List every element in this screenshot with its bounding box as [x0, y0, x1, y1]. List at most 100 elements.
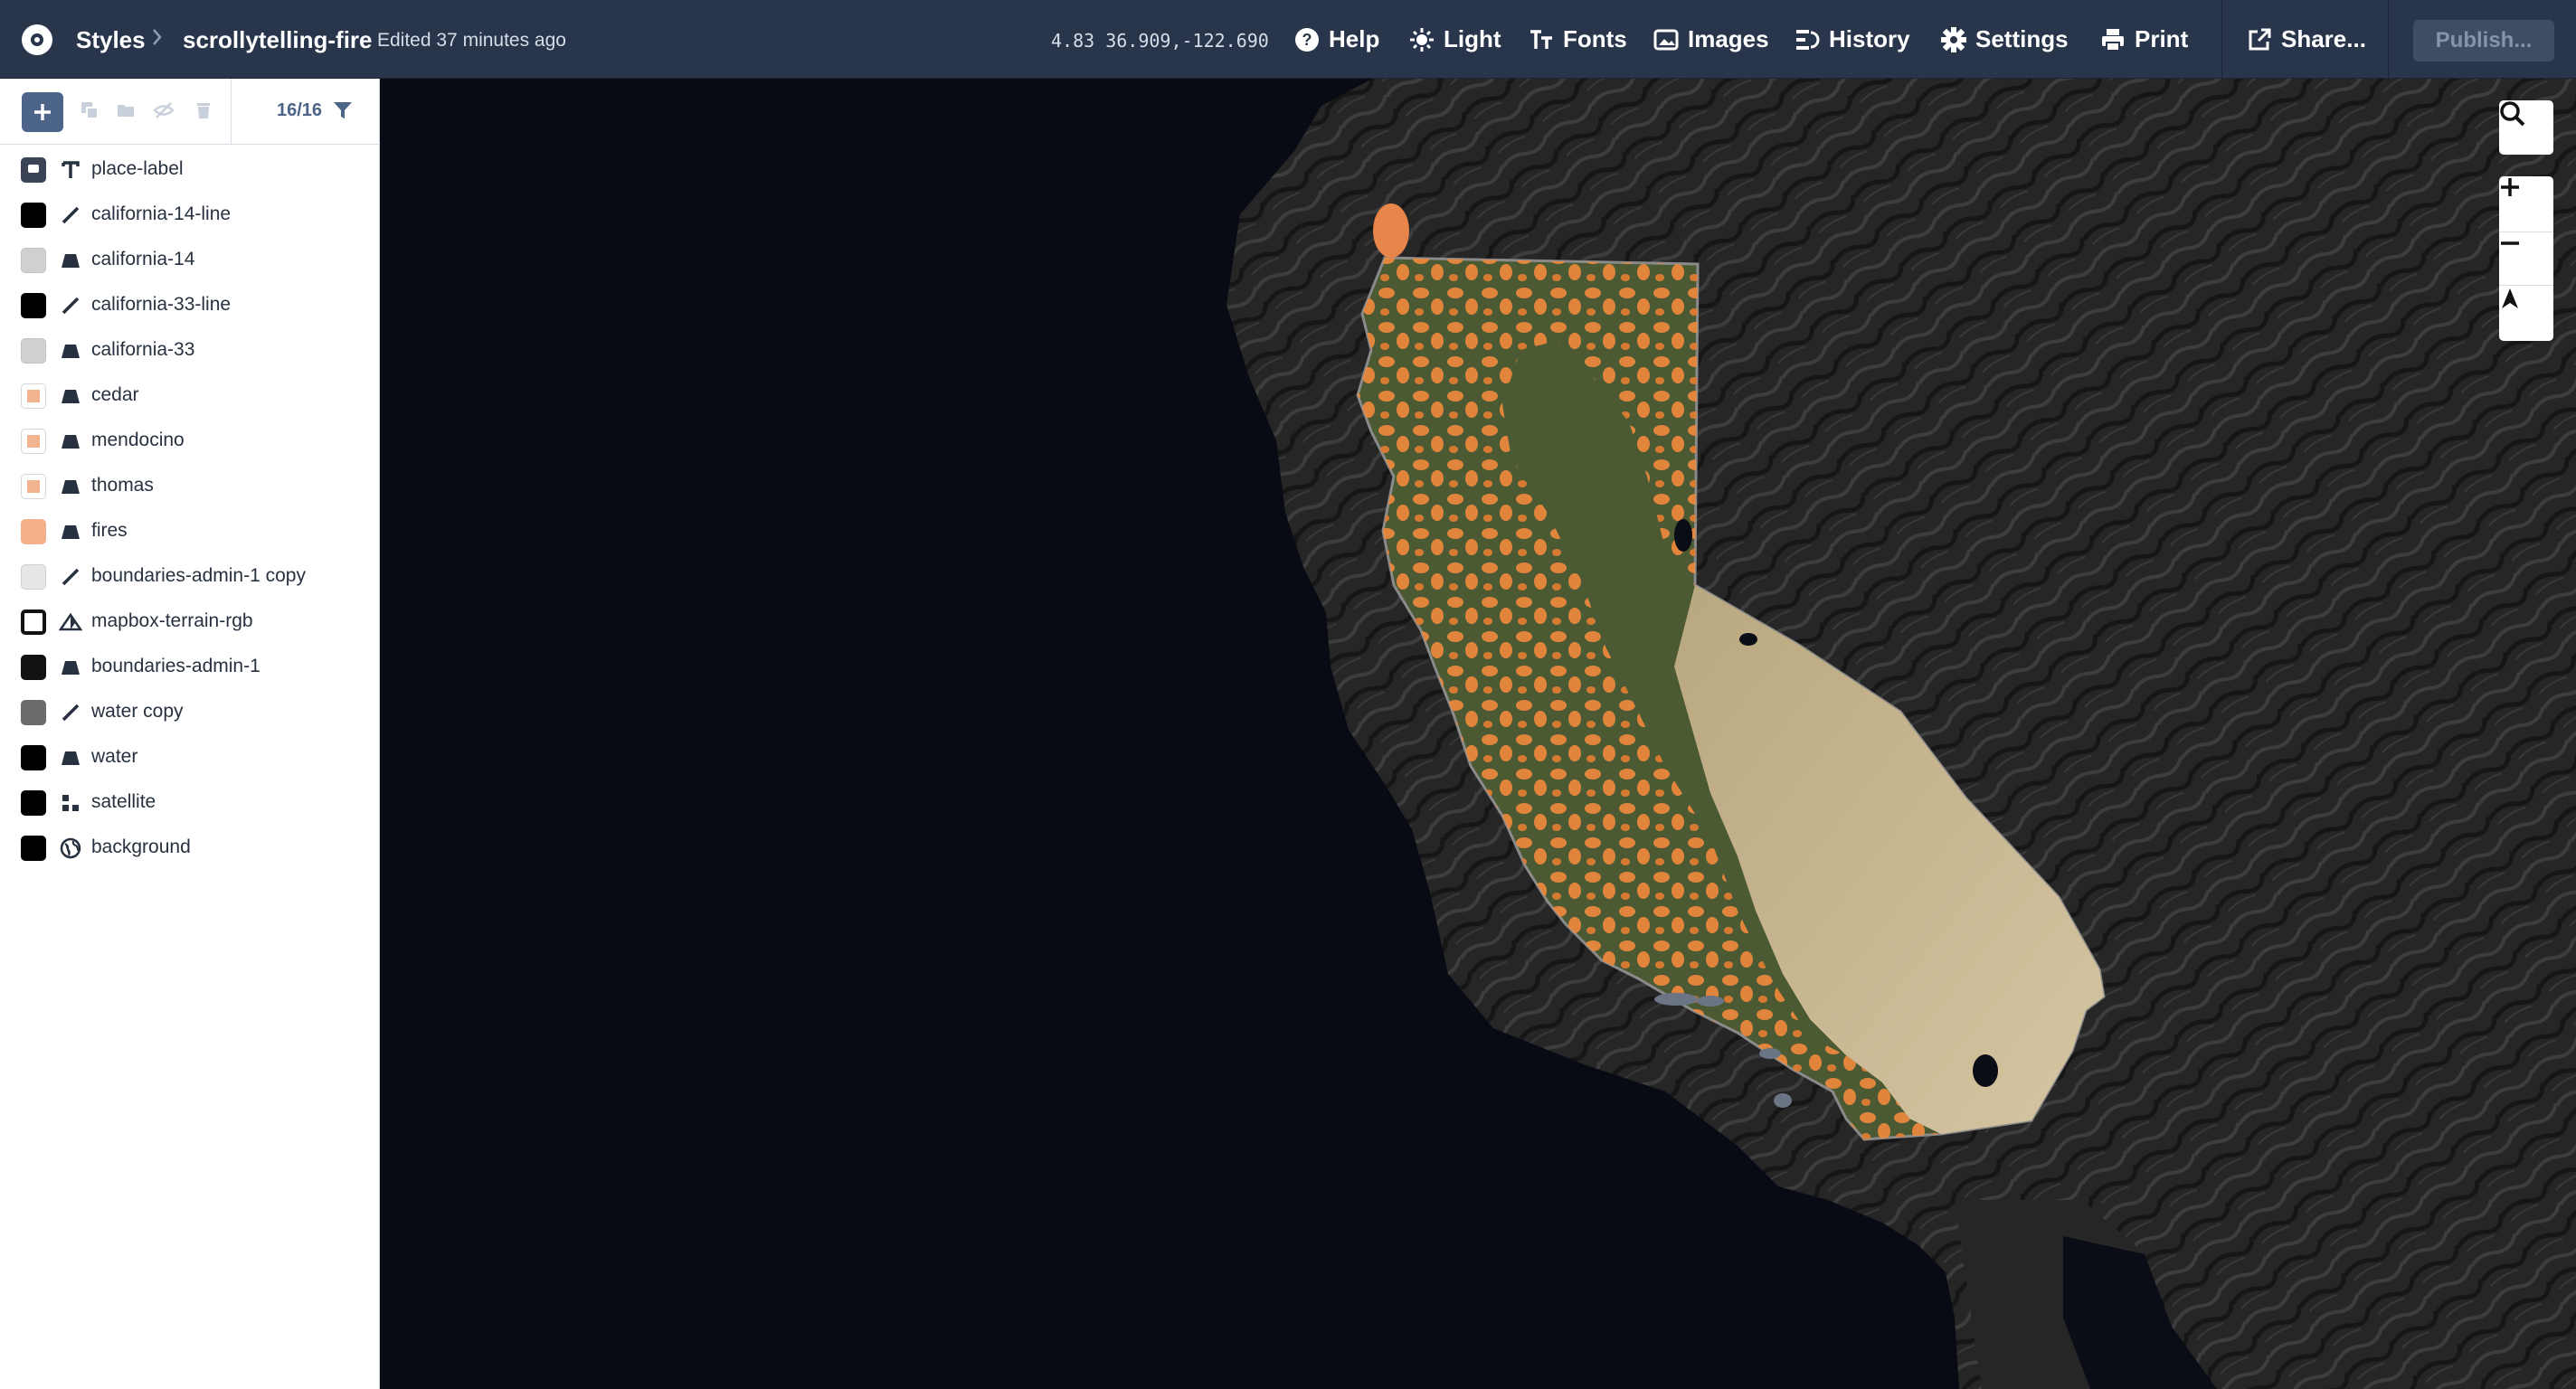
history-icon [1795, 27, 1820, 52]
light-label: Light [1444, 25, 1501, 52]
breadcrumb-styles-link[interactable]: Styles [76, 26, 146, 54]
layer-name: cedar [91, 384, 139, 405]
symbol-layer-icon [58, 157, 83, 183]
hide-icon [153, 102, 175, 118]
search-icon [2499, 100, 2553, 155]
fill-layer-icon [58, 338, 83, 364]
zoom-out-button[interactable] [2499, 232, 2553, 286]
compass-icon [2502, 288, 2518, 308]
gear-icon [1941, 26, 1966, 52]
image-icon [1653, 27, 1679, 52]
layer-name: california-33-line [91, 294, 232, 315]
duplicate-icon [81, 102, 99, 119]
layer-row-fires[interactable]: fires [0, 508, 380, 553]
layer-swatch [21, 519, 46, 544]
layer-row-thomas[interactable]: thomas [0, 463, 380, 508]
layer-row-mendocino[interactable]: mendocino [0, 418, 380, 463]
layer-list: place-label california-14-line californi… [0, 146, 380, 870]
layer-swatch [21, 474, 46, 499]
layer-swatch [21, 745, 46, 770]
layer-row-water-copy[interactable]: water copy [0, 689, 380, 734]
map-image [1226, 79, 2576, 1389]
layer-name: water copy [91, 701, 184, 722]
publish-button[interactable]: Publish... [2413, 20, 2554, 61]
hillshade-layer-icon [58, 609, 83, 635]
line-layer-icon [58, 700, 83, 725]
layer-name: thomas [91, 475, 154, 496]
fonts-button[interactable]: Fonts [1529, 25, 1627, 53]
filter-layers-button[interactable] [331, 99, 355, 122]
layers-toolbar: 16/16 [0, 79, 380, 145]
print-label: Print [2135, 25, 2189, 52]
map-search-button[interactable] [2499, 100, 2553, 155]
header-divider [2221, 0, 2222, 79]
group-layer-button[interactable] [114, 99, 137, 122]
style-name[interactable]: scrollytelling-fire [183, 26, 373, 54]
layer-swatch [21, 655, 46, 680]
salton-sea [1973, 1054, 1998, 1087]
layer-name: mendocino [91, 430, 185, 450]
fill-layer-icon [58, 429, 83, 454]
layer-row-satellite[interactable]: satellite [0, 780, 380, 825]
layer-row-boundaries-admin-1-copy[interactable]: boundaries-admin-1 copy [0, 553, 380, 599]
layer-swatch [21, 383, 46, 409]
compass-button[interactable] [2499, 287, 2553, 341]
layer-row-california-14[interactable]: california-14 [0, 237, 380, 282]
layer-row-mapbox-terrain-rgb[interactable]: mapbox-terrain-rgb [0, 599, 380, 644]
layer-name: water [91, 746, 138, 767]
layer-name: california-33 [91, 339, 195, 360]
oregon-fire [1373, 203, 1409, 258]
layer-name: background [91, 836, 191, 857]
hide-layer-button[interactable] [152, 99, 175, 122]
light-button[interactable]: Light [1409, 25, 1501, 53]
delete-layer-button[interactable] [192, 99, 215, 122]
fill-layer-icon [58, 248, 83, 273]
lake-tahoe [1674, 519, 1692, 552]
layer-swatch [21, 429, 46, 454]
share-icon [2247, 27, 2272, 52]
trash-icon [197, 103, 210, 118]
help-button[interactable]: ? Help [1294, 25, 1379, 53]
folder-icon [118, 105, 134, 117]
history-button[interactable]: History [1795, 25, 1910, 53]
images-label: Images [1688, 25, 1769, 52]
layers-sidebar: 16/16 place-label california-14-line cal… [0, 79, 380, 1389]
layer-count: 16/16 [277, 100, 323, 120]
layer-row-background[interactable]: background [0, 825, 380, 870]
layer-name: place-label [91, 158, 184, 179]
channel-island [1697, 996, 1724, 1006]
toolbar-divider [231, 79, 232, 144]
layer-row-california-33-line[interactable]: california-33-line [0, 282, 380, 327]
layer-row-water[interactable]: water [0, 734, 380, 780]
layer-row-place-label[interactable]: place-label [0, 146, 380, 192]
add-layer-button[interactable] [22, 92, 63, 132]
line-layer-icon [58, 203, 83, 228]
settings-button[interactable]: Settings [1941, 25, 2069, 53]
mono-lake [1739, 633, 1757, 646]
layer-name: boundaries-admin-1 [91, 656, 260, 676]
map-canvas[interactable] [381, 79, 2576, 1389]
share-label: Share... [2281, 25, 2366, 52]
layer-row-california-33[interactable]: california-33 [0, 327, 380, 373]
filter-icon [334, 102, 352, 118]
chevron-right-icon [151, 25, 164, 55]
svg-text:?: ? [1302, 31, 1312, 49]
settings-label: Settings [1975, 25, 2069, 52]
add-icon [34, 104, 51, 120]
images-button[interactable]: Images [1653, 25, 1769, 53]
layer-row-california-14-line[interactable]: california-14-line [0, 192, 380, 237]
layer-row-boundaries-admin-1[interactable]: boundaries-admin-1 [0, 644, 380, 689]
zoom-in-button[interactable] [2499, 176, 2553, 231]
share-button[interactable]: Share... [2247, 25, 2366, 53]
layer-row-cedar[interactable]: cedar [0, 373, 380, 418]
duplicate-layer-button[interactable] [78, 99, 101, 122]
layer-name: california-14 [91, 249, 195, 269]
mapbox-logo-icon[interactable] [22, 24, 52, 55]
zoom-in-icon [2501, 178, 2519, 196]
layer-swatch [21, 609, 46, 635]
help-icon: ? [1294, 27, 1320, 52]
print-button[interactable]: Print [2100, 25, 2188, 53]
help-label: Help [1329, 25, 1380, 52]
raster-layer-icon [58, 790, 83, 816]
layer-name: california-14-line [91, 203, 232, 224]
